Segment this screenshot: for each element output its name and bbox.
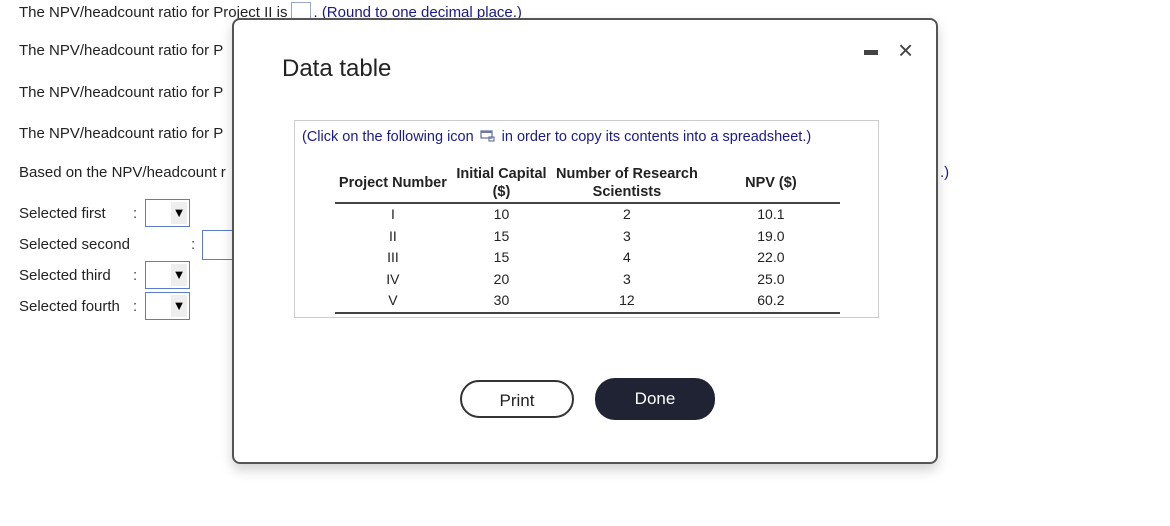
cell-scientists: 4 (623, 249, 631, 265)
cell-capital: 20 (493, 270, 510, 287)
selected-first-label: Selected first (19, 205, 106, 222)
selected-first-dropdown[interactable]: ▼ (145, 199, 190, 227)
colon: : (133, 298, 138, 315)
selected-fourth-dropdown[interactable]: ▼ (145, 292, 190, 320)
table-row: I 10 2 10.1 (335, 203, 840, 226)
copy-instructions: (Click on the following icon in order to… (302, 129, 811, 145)
cell-scientists: 12 (552, 290, 702, 314)
copy-note-text: (Click on the following icon (302, 129, 474, 145)
selected-second-label: Selected second (19, 236, 130, 253)
cell-project: II (389, 227, 397, 244)
cell-npv: 22.0 (757, 249, 785, 265)
cell-capital: 30 (450, 290, 553, 314)
cell-project: IV (386, 270, 400, 287)
dialog-title: Data table (282, 55, 392, 82)
data-table-panel: (Click on the following icon in order to… (294, 120, 879, 318)
print-button[interactable]: Print (460, 380, 574, 418)
cell-npv: 25.0 (757, 270, 785, 287)
question-line-4: The NPV/headcount ratio for P (19, 125, 224, 142)
colon: : (133, 205, 138, 222)
cell-npv: 19.0 (757, 227, 785, 244)
cell-npv: 60.2 (701, 290, 840, 314)
copy-note-text: in order to copy its contents into a spr… (501, 129, 812, 145)
selected-fourth-label: Selected fourth (19, 298, 120, 315)
table-row: II 15 3 19.0 (335, 226, 840, 248)
dropdown-arrow-icon: ▼ (171, 295, 187, 317)
data-table: Project Number Initial Capital ($) Numbe… (335, 165, 840, 314)
cell-capital: 15 (493, 227, 510, 244)
colon: : (133, 267, 138, 284)
close-icon[interactable]: × (898, 36, 913, 64)
cell-scientists: 3 (623, 227, 631, 244)
header-project-number: Project Number (335, 165, 451, 204)
table-row: IV 20 3 25.0 (335, 269, 840, 291)
question-line-2: The NPV/headcount ratio for P (19, 42, 224, 59)
selected-third-label: Selected third (19, 267, 111, 284)
cell-npv: 10.1 (757, 206, 785, 222)
question-line-5: Based on the NPV/headcount r (19, 164, 226, 181)
dropdown-arrow-icon: ▼ (171, 202, 187, 224)
cell-capital: 10 (493, 206, 510, 222)
cell-scientists: 3 (623, 270, 631, 287)
table-header-row: Project Number Initial Capital ($) Numbe… (335, 165, 840, 204)
copy-to-spreadsheet-icon[interactable] (480, 130, 496, 142)
colon: : (191, 236, 196, 253)
cell-capital: 15 (493, 249, 510, 265)
cell-project: I (390, 206, 395, 222)
minimize-icon[interactable] (864, 50, 878, 55)
selected-third-dropdown[interactable]: ▼ (145, 261, 190, 289)
table-row: V 30 12 60.2 (335, 290, 840, 314)
done-button[interactable]: Done (595, 378, 715, 420)
header-research-scientists: Number of Research Scientists (552, 165, 702, 204)
question-line-5-tail: .) (940, 164, 950, 181)
header-initial-capital: Initial Capital ($) (450, 165, 553, 204)
question-line-3: The NPV/headcount ratio for P (19, 84, 224, 101)
cell-project: V (335, 290, 451, 314)
cell-scientists: 2 (623, 206, 631, 222)
cell-project: III (387, 249, 399, 265)
table-row: III 15 4 22.0 (335, 247, 840, 269)
data-table-dialog: Data table × (Click on the following ico… (232, 18, 938, 464)
header-npv: NPV ($) (701, 165, 840, 204)
dropdown-arrow-icon: ▼ (171, 264, 187, 286)
